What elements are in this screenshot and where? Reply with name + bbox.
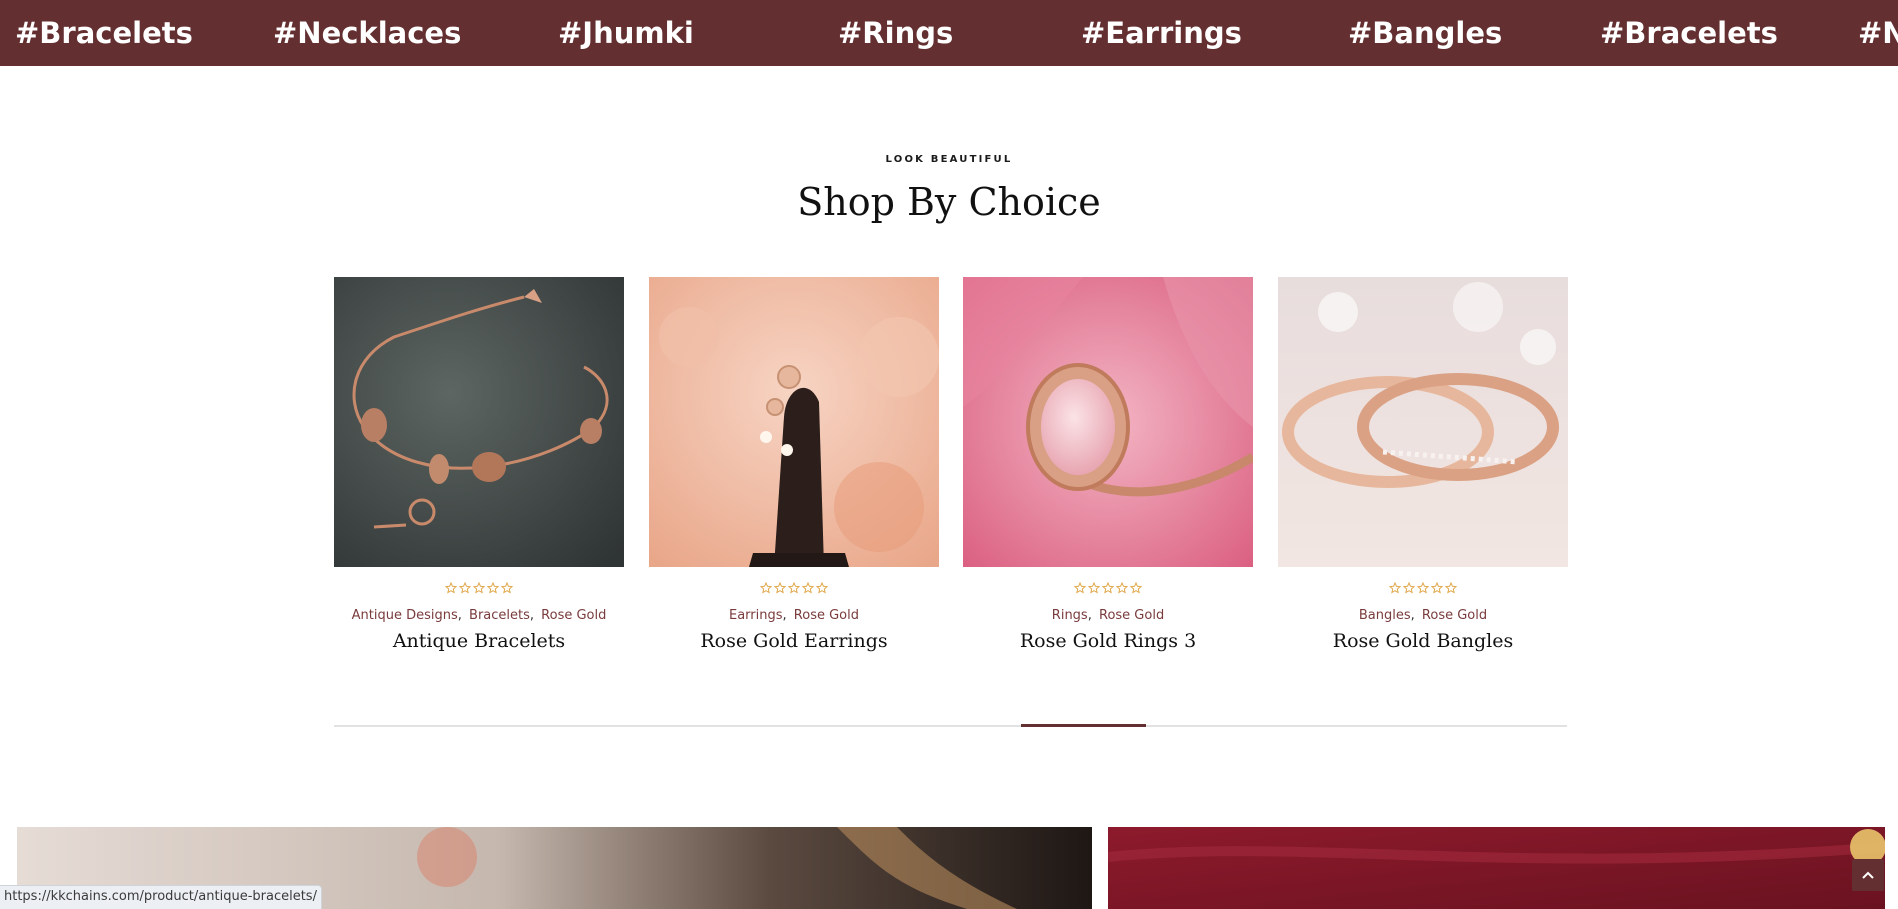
star-outline-icon [1074, 582, 1086, 594]
product-image-rose-gold-earrings[interactable] [649, 277, 939, 567]
star-outline-icon [501, 582, 513, 594]
product-card: Bangles, Rose Gold Rose Gold Bangles [1278, 277, 1568, 667]
product-categories: Bangles, Rose Gold [1358, 608, 1488, 623]
product-title[interactable]: Rose Gold Rings 3 [963, 630, 1253, 652]
product-categories: Earrings, Rose Gold [728, 608, 859, 623]
product-image-rose-gold-rings-3[interactable] [963, 277, 1253, 567]
marquee-tag-jhumki[interactable]: #Jhumki [558, 0, 694, 66]
carousel-scrollbar[interactable] [334, 724, 1567, 727]
star-outline-icon [788, 582, 800, 594]
star-outline-icon [1417, 582, 1429, 594]
section-eyebrow: LOOK BEAUTIFUL [885, 154, 1013, 165]
carousel-scrollbar-thumb[interactable] [1021, 724, 1146, 727]
category-link[interactable]: Earrings [729, 608, 783, 623]
star-outline-icon [1389, 582, 1401, 594]
star-outline-icon [473, 582, 485, 594]
category-link[interactable]: Rose Gold [1422, 608, 1487, 623]
category-link[interactable]: Bangles [1359, 608, 1411, 623]
rating-stars [963, 582, 1253, 598]
chevron-up-icon [1862, 871, 1874, 879]
star-outline-icon [1403, 582, 1415, 594]
star-outline-icon [445, 582, 457, 594]
product-image-rose-gold-bangles[interactable] [1278, 277, 1568, 567]
rating-stars [1278, 582, 1568, 598]
star-outline-icon [1116, 582, 1128, 594]
back-to-top-button[interactable] [1852, 859, 1884, 891]
marquee-tag-rings[interactable]: #Rings [838, 0, 953, 66]
rating-stars [334, 582, 624, 598]
product-title[interactable]: Rose Gold Bangles [1278, 630, 1568, 652]
marquee-tag-earrings[interactable]: #Earrings [1081, 0, 1242, 66]
product-categories: Antique Designs, Bracelets, Rose Gold [351, 608, 607, 623]
star-outline-icon [760, 582, 772, 594]
category-link[interactable]: Bracelets [469, 608, 530, 623]
promo-banner-right[interactable] [1108, 827, 1885, 909]
category-link[interactable]: Rose Gold [1099, 608, 1164, 623]
status-bar-url: https://kkchains.com/product/antique-bra… [0, 885, 322, 909]
marquee-tag-bangles[interactable]: #Bangles [1348, 0, 1502, 66]
rating-stars [649, 582, 939, 598]
product-card: Earrings, Rose Gold Rose Gold Earrings [649, 277, 939, 667]
star-outline-icon [1431, 582, 1443, 594]
category-link[interactable]: Rings [1052, 608, 1088, 623]
product-card: Rings, Rose Gold Rose Gold Rings 3 [963, 277, 1253, 667]
marquee-tag-bracelets[interactable]: #Bracelets [15, 0, 193, 66]
product-categories: Rings, Rose Gold [1051, 608, 1165, 623]
hashtag-marquee: #Bracelets #Necklaces #Jhumki #Rings #Ea… [0, 0, 1898, 66]
star-outline-icon [1130, 582, 1142, 594]
product-title[interactable]: Rose Gold Earrings [649, 630, 939, 652]
product-image-antique-bracelets[interactable] [334, 277, 624, 567]
star-outline-icon [816, 582, 828, 594]
product-card: Antique Designs, Bracelets, Rose Gold An… [334, 277, 624, 667]
category-link[interactable]: Rose Gold [794, 608, 859, 623]
marquee-tag-necklaces[interactable]: #Necklaces [273, 0, 461, 66]
star-outline-icon [802, 582, 814, 594]
marquee-tag-necklaces-2[interactable]: #N [1858, 0, 1898, 66]
product-title[interactable]: Antique Bracelets [334, 630, 624, 652]
marquee-tag-bracelets-2[interactable]: #Bracelets [1600, 0, 1778, 66]
star-outline-icon [1102, 582, 1114, 594]
category-link[interactable]: Rose Gold [541, 608, 606, 623]
category-link[interactable]: Antique Designs [352, 608, 458, 623]
star-outline-icon [1088, 582, 1100, 594]
star-outline-icon [1445, 582, 1457, 594]
section-title: Shop By Choice [797, 180, 1101, 224]
star-outline-icon [774, 582, 786, 594]
star-outline-icon [459, 582, 471, 594]
star-outline-icon [487, 582, 499, 594]
